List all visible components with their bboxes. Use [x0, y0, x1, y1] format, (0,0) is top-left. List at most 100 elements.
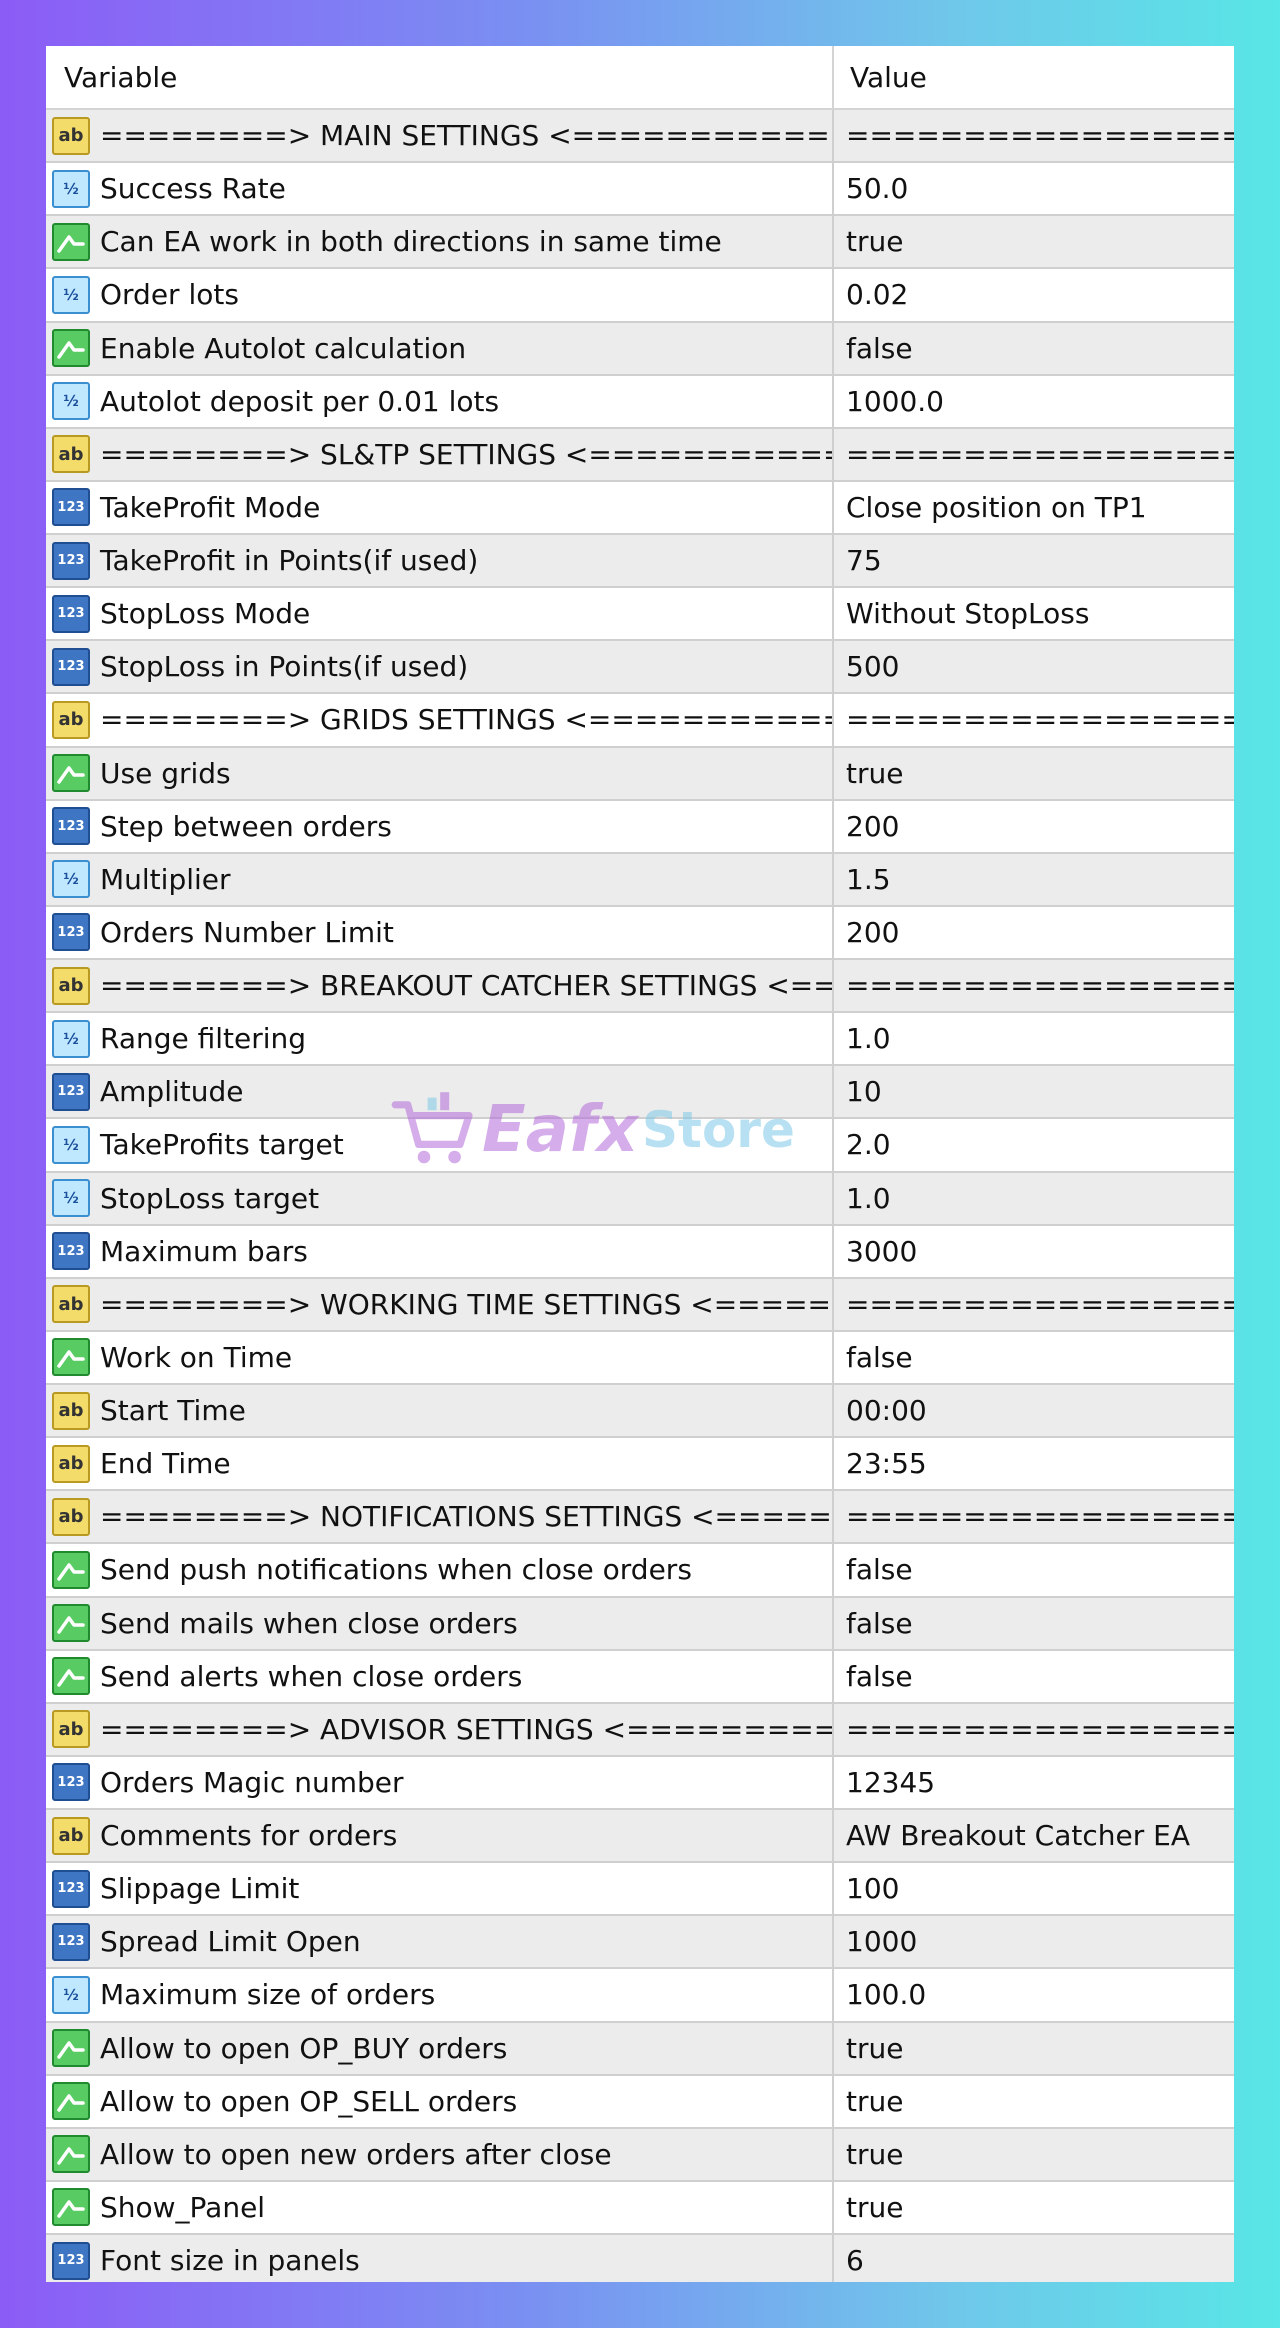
- variable-cell[interactable]: 123 Orders Number Limit: [46, 906, 834, 958]
- column-header-value[interactable]: Value: [834, 46, 1234, 108]
- variable-cell[interactable]: 123 StopLoss Mode: [46, 588, 834, 640]
- value-cell[interactable]: ==============================: [834, 694, 1234, 745]
- value-cell[interactable]: false: [834, 1332, 1234, 1383]
- value-cell[interactable]: 1.0: [834, 1013, 1234, 1064]
- value-cell[interactable]: true: [834, 748, 1234, 799]
- variable-cell[interactable]: ab End Time: [46, 1438, 834, 1490]
- value-cell[interactable]: ==============================: [834, 1279, 1234, 1330]
- value-cell[interactable]: AW Breakout Catcher EA: [834, 1810, 1234, 1861]
- table-row[interactable]: Allow to open OP_BUY orders true: [46, 2022, 1234, 2076]
- column-header-variable[interactable]: Variable: [46, 46, 834, 108]
- table-row[interactable]: Can EA work in both directions in same t…: [46, 216, 1234, 270]
- table-row[interactable]: Send mails when close orders false: [46, 1597, 1234, 1651]
- table-row[interactable]: ½ Range filtering 1.0: [46, 1013, 1234, 1067]
- table-row[interactable]: 123 Orders Magic number 12345: [46, 1756, 1234, 1810]
- variable-cell[interactable]: ½ Range filtering: [46, 1013, 834, 1065]
- table-row[interactable]: 123 TakeProfit Mode Close position on TP1: [46, 481, 1234, 535]
- variable-cell[interactable]: Enable Autolot calculation: [46, 322, 834, 374]
- table-row[interactable]: Use grids true: [46, 747, 1234, 801]
- value-cell[interactable]: false: [834, 1544, 1234, 1595]
- value-cell[interactable]: false: [834, 323, 1234, 374]
- value-cell[interactable]: 200: [834, 801, 1234, 852]
- variable-cell[interactable]: 123 Orders Magic number: [46, 1756, 834, 1808]
- table-row[interactable]: 123 Slippage Limit 100: [46, 1863, 1234, 1917]
- variable-cell[interactable]: Show_Panel: [46, 2181, 834, 2233]
- variable-cell[interactable]: ½ Multiplier: [46, 853, 834, 905]
- value-cell[interactable]: ==============================: [834, 1491, 1234, 1542]
- table-row[interactable]: Allow to open new orders after close true: [46, 2128, 1234, 2182]
- value-cell[interactable]: 1000: [834, 1916, 1234, 1967]
- value-cell[interactable]: Without StopLoss: [834, 588, 1234, 639]
- value-cell[interactable]: 3000: [834, 1226, 1234, 1277]
- table-row[interactable]: ab ========> SL&TP SETTINGS <========== ==…: [46, 428, 1234, 482]
- table-row[interactable]: ab Comments for orders AW Breakout Catcher…: [46, 1810, 1234, 1864]
- table-row[interactable]: Send alerts when close orders false: [46, 1650, 1234, 1704]
- table-row[interactable]: ½ Autolot deposit per 0.01 lots 1000.0: [46, 375, 1234, 429]
- value-cell[interactable]: 00:00: [834, 1385, 1234, 1436]
- value-cell[interactable]: 75: [834, 535, 1234, 586]
- value-cell[interactable]: false: [834, 1651, 1234, 1702]
- variable-cell[interactable]: Allow to open OP_SELL orders: [46, 2075, 834, 2127]
- variable-cell[interactable]: 123 StopLoss in Points(if used): [46, 641, 834, 693]
- variable-cell[interactable]: ½ Success Rate: [46, 163, 834, 215]
- variable-cell[interactable]: Can EA work in both directions in same t…: [46, 216, 834, 268]
- value-cell[interactable]: ==============================: [834, 960, 1234, 1011]
- variable-cell[interactable]: Allow to open new orders after close: [46, 2128, 834, 2180]
- value-cell[interactable]: 2.0: [834, 1119, 1234, 1170]
- value-cell[interactable]: ==============================: [834, 429, 1234, 480]
- table-row[interactable]: Work on Time false: [46, 1331, 1234, 1385]
- table-row[interactable]: ½ Maximum size of orders 100.0: [46, 1969, 1234, 2023]
- table-row[interactable]: ½ StopLoss target 1.0: [46, 1172, 1234, 1226]
- table-row[interactable]: ab ========> NOTIFICATIONS SETTINGS <====…: [46, 1491, 1234, 1545]
- variable-cell[interactable]: 123 Slippage Limit: [46, 1863, 834, 1915]
- variable-cell[interactable]: Use grids: [46, 747, 834, 799]
- variable-cell[interactable]: ab ========> ADVISOR SETTINGS <==========…: [46, 1703, 834, 1755]
- variable-cell[interactable]: ½ Autolot deposit per 0.01 lots: [46, 375, 834, 427]
- value-cell[interactable]: ==============================: [834, 1704, 1234, 1755]
- value-cell[interactable]: 6: [834, 2235, 1234, 2282]
- variable-cell[interactable]: 123 Spread Limit Open: [46, 1916, 834, 1968]
- value-cell[interactable]: 0.02: [834, 269, 1234, 320]
- table-row[interactable]: ½ Order lots 0.02: [46, 269, 1234, 323]
- variable-cell[interactable]: 123 Font size in panels: [46, 2235, 834, 2282]
- variable-cell[interactable]: ab Comments for orders: [46, 1810, 834, 1862]
- variable-cell[interactable]: Allow to open OP_BUY orders: [46, 2022, 834, 2074]
- variable-cell[interactable]: Work on Time: [46, 1331, 834, 1383]
- table-row[interactable]: ab ========> MAIN SETTINGS <=========== ==…: [46, 110, 1234, 164]
- table-row[interactable]: Send push notifications when close order…: [46, 1544, 1234, 1598]
- table-row[interactable]: ab ========> BREAKOUT CATCHER SETTINGS <=…: [46, 960, 1234, 1014]
- variable-cell[interactable]: 123 Maximum bars: [46, 1225, 834, 1277]
- variable-cell[interactable]: ab ========> WORKING TIME SETTINGS <=====…: [46, 1278, 834, 1330]
- variable-cell[interactable]: ab ========> BREAKOUT CATCHER SETTINGS <=…: [46, 960, 834, 1012]
- value-cell[interactable]: 10: [834, 1066, 1234, 1117]
- variable-cell[interactable]: 123 TakeProfit in Points(if used): [46, 535, 834, 587]
- value-cell[interactable]: true: [834, 2182, 1234, 2233]
- value-cell[interactable]: 12345: [834, 1757, 1234, 1808]
- value-cell[interactable]: Close position on TP1: [834, 482, 1234, 533]
- table-row[interactable]: 123 Maximum bars 3000: [46, 1225, 1234, 1279]
- variable-cell[interactable]: ab ========> MAIN SETTINGS <=============…: [46, 110, 834, 162]
- value-cell[interactable]: 50.0: [834, 163, 1234, 214]
- variable-cell[interactable]: 123 TakeProfit Mode: [46, 481, 834, 533]
- table-row[interactable]: 123 Spread Limit Open 1000: [46, 1916, 1234, 1970]
- table-row[interactable]: 123 Font size in panels 6: [46, 2235, 1234, 2282]
- variable-cell[interactable]: 123 Amplitude: [46, 1066, 834, 1118]
- value-cell[interactable]: true: [834, 2129, 1234, 2180]
- table-row[interactable]: Show_Panel true: [46, 2181, 1234, 2235]
- table-row[interactable]: ½ Multiplier 1.5: [46, 853, 1234, 907]
- table-row[interactable]: 123 TakeProfit in Points(if used) 75: [46, 535, 1234, 589]
- table-row[interactable]: ½ TakeProfits target 2.0: [46, 1119, 1234, 1173]
- variable-cell[interactable]: ½ TakeProfits target: [46, 1119, 834, 1171]
- value-cell[interactable]: 1.5: [834, 854, 1234, 905]
- value-cell[interactable]: 100.0: [834, 1969, 1234, 2020]
- value-cell[interactable]: 1000.0: [834, 376, 1234, 427]
- table-row[interactable]: ab ========> ADVISOR SETTINGS <======== ==…: [46, 1703, 1234, 1757]
- value-cell[interactable]: false: [834, 1598, 1234, 1649]
- value-cell[interactable]: 200: [834, 907, 1234, 958]
- table-row[interactable]: 123 Amplitude 10: [46, 1066, 1234, 1120]
- variable-cell[interactable]: ab ========> NOTIFICATIONS SETTINGS <====…: [46, 1491, 834, 1543]
- table-row[interactable]: ab End Time 23:55: [46, 1438, 1234, 1492]
- table-row[interactable]: ab ========> WORKING TIME SETTINGS <=====…: [46, 1278, 1234, 1332]
- variable-cell[interactable]: ab ========> SL&TP SETTINGS <============…: [46, 428, 834, 480]
- table-row[interactable]: ab ========> GRIDS SETTINGS <========== ==…: [46, 694, 1234, 748]
